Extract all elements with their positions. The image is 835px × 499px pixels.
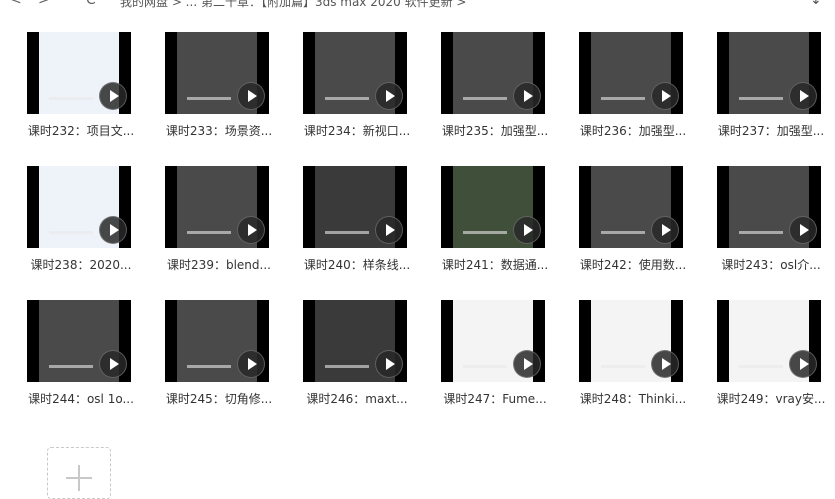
subtitle-bar: [187, 365, 231, 368]
video-thumbnail[interactable]: [717, 32, 821, 114]
video-thumbnail[interactable]: [579, 166, 683, 248]
video-thumbnail[interactable]: [441, 32, 545, 114]
video-thumbnail[interactable]: [27, 32, 131, 114]
play-icon[interactable]: [513, 216, 541, 244]
video-thumbnail[interactable]: [579, 32, 683, 114]
video-caption[interactable]: 课时247：Fume...: [435, 390, 555, 407]
video-caption[interactable]: 课时246：maxt...: [297, 390, 417, 407]
video-caption[interactable]: 课时232：项目文...: [21, 122, 141, 139]
subtitle-bar: [601, 231, 645, 234]
video-caption[interactable]: 课时233：场景资...: [159, 122, 279, 139]
subtitle-bar: [325, 231, 369, 234]
play-icon[interactable]: [99, 350, 127, 378]
video-thumbnail[interactable]: [303, 32, 407, 114]
play-icon[interactable]: [789, 350, 817, 378]
video-caption[interactable]: 课时234：新视口...: [297, 122, 417, 139]
subtitle-bar: [187, 231, 231, 234]
video-thumbnail[interactable]: [717, 166, 821, 248]
subtitle-bar: [739, 97, 783, 100]
play-icon[interactable]: [651, 350, 679, 378]
video-caption[interactable]: 课时249：vray安...: [711, 390, 831, 407]
add-item-button[interactable]: [47, 447, 111, 499]
video-thumbnail[interactable]: [303, 166, 407, 248]
video-thumbnail[interactable]: [165, 166, 269, 248]
play-icon[interactable]: [237, 350, 265, 378]
video-thumbnail[interactable]: [441, 300, 545, 382]
subtitle-bar: [325, 365, 369, 368]
play-icon[interactable]: [513, 82, 541, 110]
play-icon[interactable]: [237, 82, 265, 110]
subtitle-bar: [49, 365, 93, 368]
play-icon[interactable]: [99, 82, 127, 110]
video-caption[interactable]: 课时248：Thinki...: [573, 390, 693, 407]
play-icon[interactable]: [375, 216, 403, 244]
play-icon[interactable]: [375, 82, 403, 110]
subtitle-bar: [463, 231, 507, 234]
video-caption[interactable]: 课时239：blend...: [159, 256, 279, 273]
play-icon[interactable]: [651, 82, 679, 110]
subtitle-bar: [463, 365, 507, 368]
play-icon[interactable]: [513, 350, 541, 378]
video-caption[interactable]: 课时241：数据通...: [435, 256, 555, 273]
play-icon[interactable]: [651, 216, 679, 244]
subtitle-bar: [463, 97, 507, 100]
subtitle-bar: [601, 97, 645, 100]
video-thumbnail[interactable]: [717, 300, 821, 382]
video-thumbnail[interactable]: [579, 300, 683, 382]
video-thumbnail[interactable]: [303, 300, 407, 382]
play-icon[interactable]: [99, 216, 127, 244]
video-caption[interactable]: 课时240：样条线...: [297, 256, 417, 273]
subtitle-bar: [49, 231, 93, 234]
video-caption[interactable]: 课时245：切角修...: [159, 390, 279, 407]
video-caption[interactable]: 课时238：2020...: [21, 256, 141, 273]
play-icon[interactable]: [375, 350, 403, 378]
video-thumbnail[interactable]: [27, 300, 131, 382]
subtitle-bar: [187, 97, 231, 100]
subtitle-bar: [325, 97, 369, 100]
video-caption[interactable]: 课时236：加强型...: [573, 122, 693, 139]
video-caption[interactable]: 课时243：osl介...: [711, 256, 831, 273]
subtitle-bar: [739, 231, 783, 234]
play-icon[interactable]: [789, 82, 817, 110]
video-thumbnail[interactable]: [27, 166, 131, 248]
video-grid: 课时232：项目文... 课时233：场景资... 课时234：新视口... 课时23…: [0, 0, 835, 485]
video-caption[interactable]: 课时235：加强型...: [435, 122, 555, 139]
play-icon[interactable]: [237, 216, 265, 244]
play-icon[interactable]: [789, 216, 817, 244]
video-thumbnail[interactable]: [165, 300, 269, 382]
video-thumbnail[interactable]: [165, 32, 269, 114]
video-caption[interactable]: 课时237：加强型...: [711, 122, 831, 139]
video-caption[interactable]: 课时242：使用数...: [573, 256, 693, 273]
subtitle-bar: [49, 97, 93, 100]
subtitle-bar: [739, 365, 783, 368]
subtitle-bar: [601, 365, 645, 368]
video-thumbnail[interactable]: [441, 166, 545, 248]
video-caption[interactable]: 课时244：osl 1o...: [21, 390, 141, 407]
